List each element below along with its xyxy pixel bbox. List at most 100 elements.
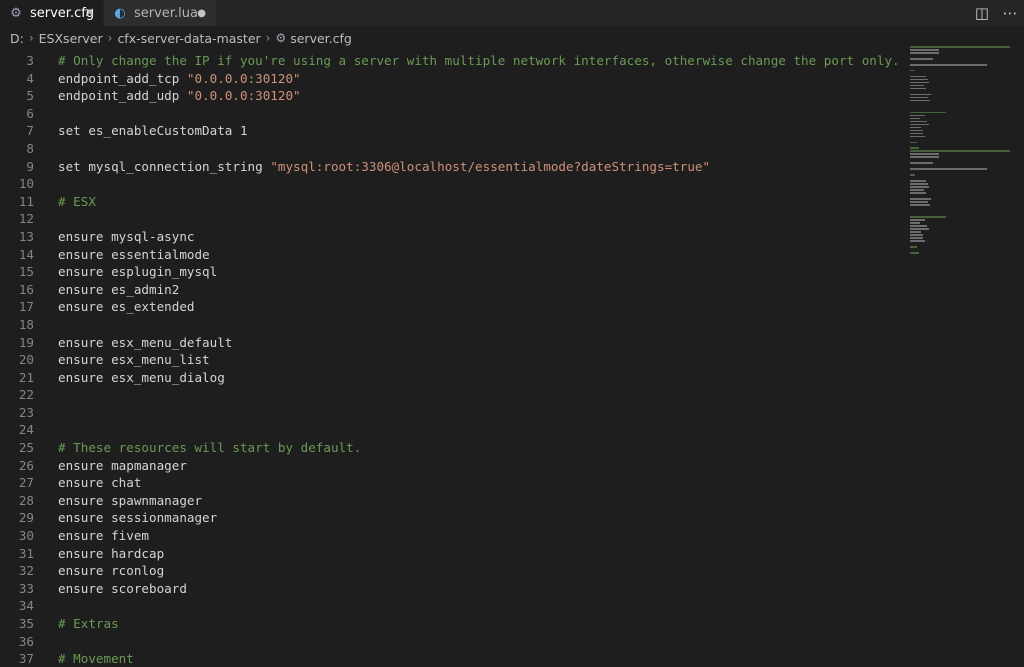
more-actions-icon[interactable]: ⋯ — [996, 4, 1024, 22]
code-line[interactable]: 31 ensure hardcap — [0, 545, 908, 563]
minimap-mark — [910, 198, 931, 200]
code-line[interactable]: 18 — [0, 316, 908, 334]
code-line[interactable]: 6 — [0, 105, 908, 123]
line-number: 8 — [26, 140, 34, 156]
line-code: ensure mapmanager — [58, 457, 187, 475]
line-number: 36 — [18, 633, 34, 649]
breadcrumb: D: › ESXserver › cfx-server-data-master … — [10, 29, 352, 47]
code-line[interactable]: 36 — [0, 633, 908, 651]
code-text: ensure fivem — [58, 528, 149, 544]
line-number: 3 — [26, 53, 34, 68]
minimap-mark — [910, 120, 928, 123]
minimap-mark — [910, 239, 926, 242]
code-line[interactable]: 34 — [0, 597, 908, 615]
minimap-mark — [910, 63, 988, 66]
breadcrumb-drive[interactable]: D: — [10, 31, 24, 46]
line-number: 23 — [18, 404, 34, 420]
minimap-mark — [910, 150, 1010, 153]
code-line[interactable]: 17 ensure es_extended — [0, 298, 908, 316]
code-line[interactable]: 19 ensure esx_menu_default — [0, 334, 908, 352]
minimap-mark — [910, 51, 939, 54]
unsaved-dot-icon[interactable]: ● — [197, 8, 206, 19]
code-line[interactable]: 16 ensure es_admin2 — [0, 281, 908, 299]
line-code: ensure es_admin2 — [58, 281, 179, 299]
code-line[interactable]: 7 set es_enableCustomData 1 — [0, 122, 908, 140]
minimap-mark — [910, 99, 930, 102]
code-line[interactable]: 27 ensure chat — [0, 474, 908, 492]
minimap-mark — [910, 57, 933, 60]
line-number: 19 — [18, 334, 34, 350]
code-line[interactable]: 4 endpoint_add_tcp "0.0.0.0:30120" — [0, 70, 908, 88]
code-line[interactable]: 10 — [0, 175, 908, 193]
code-line[interactable]: 24 — [0, 421, 908, 439]
code-line[interactable]: 3 # Only change the IP if you're using a … — [0, 52, 908, 70]
code-line[interactable]: 12 — [0, 210, 908, 228]
minimap-mark — [910, 81, 929, 84]
code-line[interactable]: 22 — [0, 386, 908, 404]
code-line[interactable]: 28 ensure spawnmanager — [0, 492, 908, 510]
code-line[interactable]: 15 ensure esplugin_mysql — [0, 263, 908, 281]
code-line[interactable]: 20 ensure esx_menu_list — [0, 351, 908, 369]
minimap-mark — [910, 219, 926, 221]
breadcrumb-esxserver[interactable]: ESXserver — [39, 31, 103, 46]
tab-server-lua[interactable]: ◐ server.lua ● — [104, 0, 216, 26]
minimap-mark — [910, 153, 939, 156]
code-text: endpoint_add_udp — [58, 88, 187, 104]
code-line[interactable]: 33 ensure scoreboard — [0, 580, 908, 598]
line-code: ensure scoreboard — [58, 580, 187, 598]
line-code: ensure esplugin_mysql — [58, 263, 217, 281]
code-line[interactable]: 37 # Movement — [0, 650, 908, 667]
breadcrumb-folder[interactable]: cfx-server-data-master — [117, 31, 260, 46]
comment-text: # Only change the IP if you're using a s… — [58, 53, 900, 68]
code-text: ensure sessionmanager — [58, 510, 218, 526]
string-literal: "0.0.0.0:30120" — [186, 88, 301, 104]
code-line[interactable]: 25 # These resources will start by defaul… — [0, 439, 908, 457]
code-line[interactable]: 11 # ESX — [0, 193, 908, 211]
line-number: 17 — [18, 299, 34, 315]
code-line[interactable]: 14 ensure essentialmode — [0, 246, 908, 264]
minimap-mark — [910, 123, 929, 126]
code-line[interactable]: 21 ensure esx_menu_dialog — [0, 369, 908, 387]
code-line[interactable]: 13 ensure mysql-async — [0, 228, 908, 246]
chevron-right-icon: › — [28, 31, 34, 45]
line-number: 28 — [18, 492, 34, 508]
code-line[interactable]: 8 — [0, 140, 908, 158]
code-text: ensure esx_menu_default — [58, 334, 233, 350]
line-code: # These resources will start by default. — [58, 439, 361, 457]
minimap-mark — [910, 84, 925, 87]
line-number: 29 — [18, 510, 34, 526]
minimap[interactable] — [910, 46, 1018, 254]
code-line[interactable]: 23 — [0, 404, 908, 422]
minimap-mark — [910, 48, 939, 51]
line-code: ensure hardcap — [58, 545, 164, 563]
breadcrumb-file[interactable]: server.cfg — [290, 31, 352, 46]
line-number: 5 — [26, 88, 34, 104]
close-icon[interactable]: ✕ — [84, 6, 95, 21]
code-text: ensure spawnmanager — [58, 492, 203, 508]
line-number: 26 — [18, 457, 34, 473]
minimap-mark — [910, 87, 927, 90]
minimap-mark — [910, 204, 930, 206]
minimap-mark — [910, 231, 921, 233]
code-text: set es_enableCustomData 1 — [58, 123, 248, 139]
vertical-scrollbar[interactable] — [1018, 46, 1024, 667]
line-number: 15 — [18, 264, 34, 280]
line-number: 13 — [18, 228, 34, 244]
minimap-mark — [910, 186, 929, 188]
code-line[interactable]: 35 # Extras — [0, 615, 908, 633]
line-number: 31 — [18, 545, 34, 561]
minimap-mark — [910, 245, 918, 248]
split-editor-icon[interactable]: ◫ — [968, 4, 996, 22]
minimap-mark — [910, 75, 927, 78]
minimap-mark — [910, 216, 946, 218]
line-code: ensure spawnmanager — [58, 492, 202, 510]
code-editor[interactable]: 3 # Only change the IP if you're using a … — [0, 52, 908, 667]
tab-server-cfg[interactable]: ⚙ server.cfg ✕ — [0, 0, 103, 26]
code-line[interactable]: 32 ensure rconlog — [0, 562, 908, 580]
code-line[interactable]: 26 ensure mapmanager — [0, 457, 908, 475]
minimap-mark — [910, 180, 927, 182]
code-line[interactable]: 29 ensure sessionmanager — [0, 509, 908, 527]
code-line[interactable]: 30 ensure fivem — [0, 527, 908, 545]
code-line[interactable]: 5 endpoint_add_udp "0.0.0.0:30120" — [0, 87, 908, 105]
code-line[interactable]: 9 set mysql_connection_string "mysql:root… — [0, 158, 908, 176]
